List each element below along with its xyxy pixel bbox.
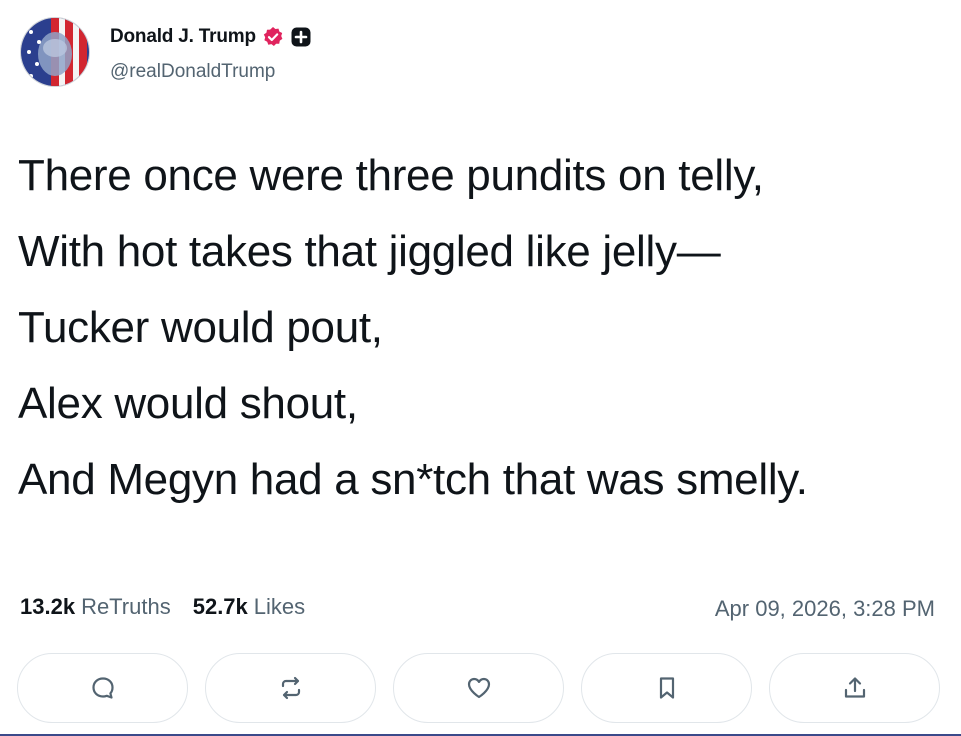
post-stats: 13.2k ReTruths 52.7k Likes — [20, 594, 305, 620]
avatar[interactable] — [20, 17, 90, 87]
bookmark-button[interactable] — [581, 653, 752, 723]
author-name-row: Donald J. Trump — [110, 24, 312, 50]
flag-portrait-avatar — [21, 18, 89, 86]
retruths-stat[interactable]: 13.2k ReTruths — [20, 594, 171, 620]
likes-count: 52.7k — [192, 594, 248, 619]
verified-badge-icon — [262, 26, 284, 48]
post-line: And Megyn had a sn*tch that was smelly. — [18, 455, 808, 504]
post-line: There once were three pundits on telly, — [18, 151, 764, 200]
author-display-name[interactable]: Donald J. Trump — [110, 26, 256, 48]
post-line: Alex would shout, — [18, 379, 358, 428]
retruths-label: ReTruths — [81, 594, 171, 619]
like-button[interactable] — [393, 653, 564, 723]
bookmark-icon — [659, 677, 674, 699]
post-line: Tucker would pout, — [18, 303, 383, 352]
share-icon — [844, 677, 865, 698]
share-button[interactable] — [769, 653, 940, 723]
retruth-icon — [281, 676, 300, 700]
post-line: With hot takes that jiggled like jelly— — [18, 227, 721, 276]
plus-badge-icon — [290, 26, 312, 48]
reply-icon — [91, 677, 114, 699]
retruths-count: 13.2k — [20, 594, 76, 619]
post-body: There once were three pundits on telly, … — [18, 138, 943, 518]
likes-label: Likes — [253, 594, 306, 619]
reply-button[interactable] — [17, 653, 188, 723]
like-heart-icon — [467, 677, 490, 699]
author-handle[interactable]: @realDonaldTrump — [110, 61, 275, 83]
post-timestamp[interactable]: Apr 09, 2026, 3:28 PM — [715, 596, 935, 622]
action-bar — [17, 653, 940, 723]
likes-stat[interactable]: 52.7k Likes — [193, 594, 305, 620]
post-card: Donald J. Trump @realDonaldTrump There o… — [0, 0, 961, 736]
retruth-button[interactable] — [205, 653, 376, 723]
